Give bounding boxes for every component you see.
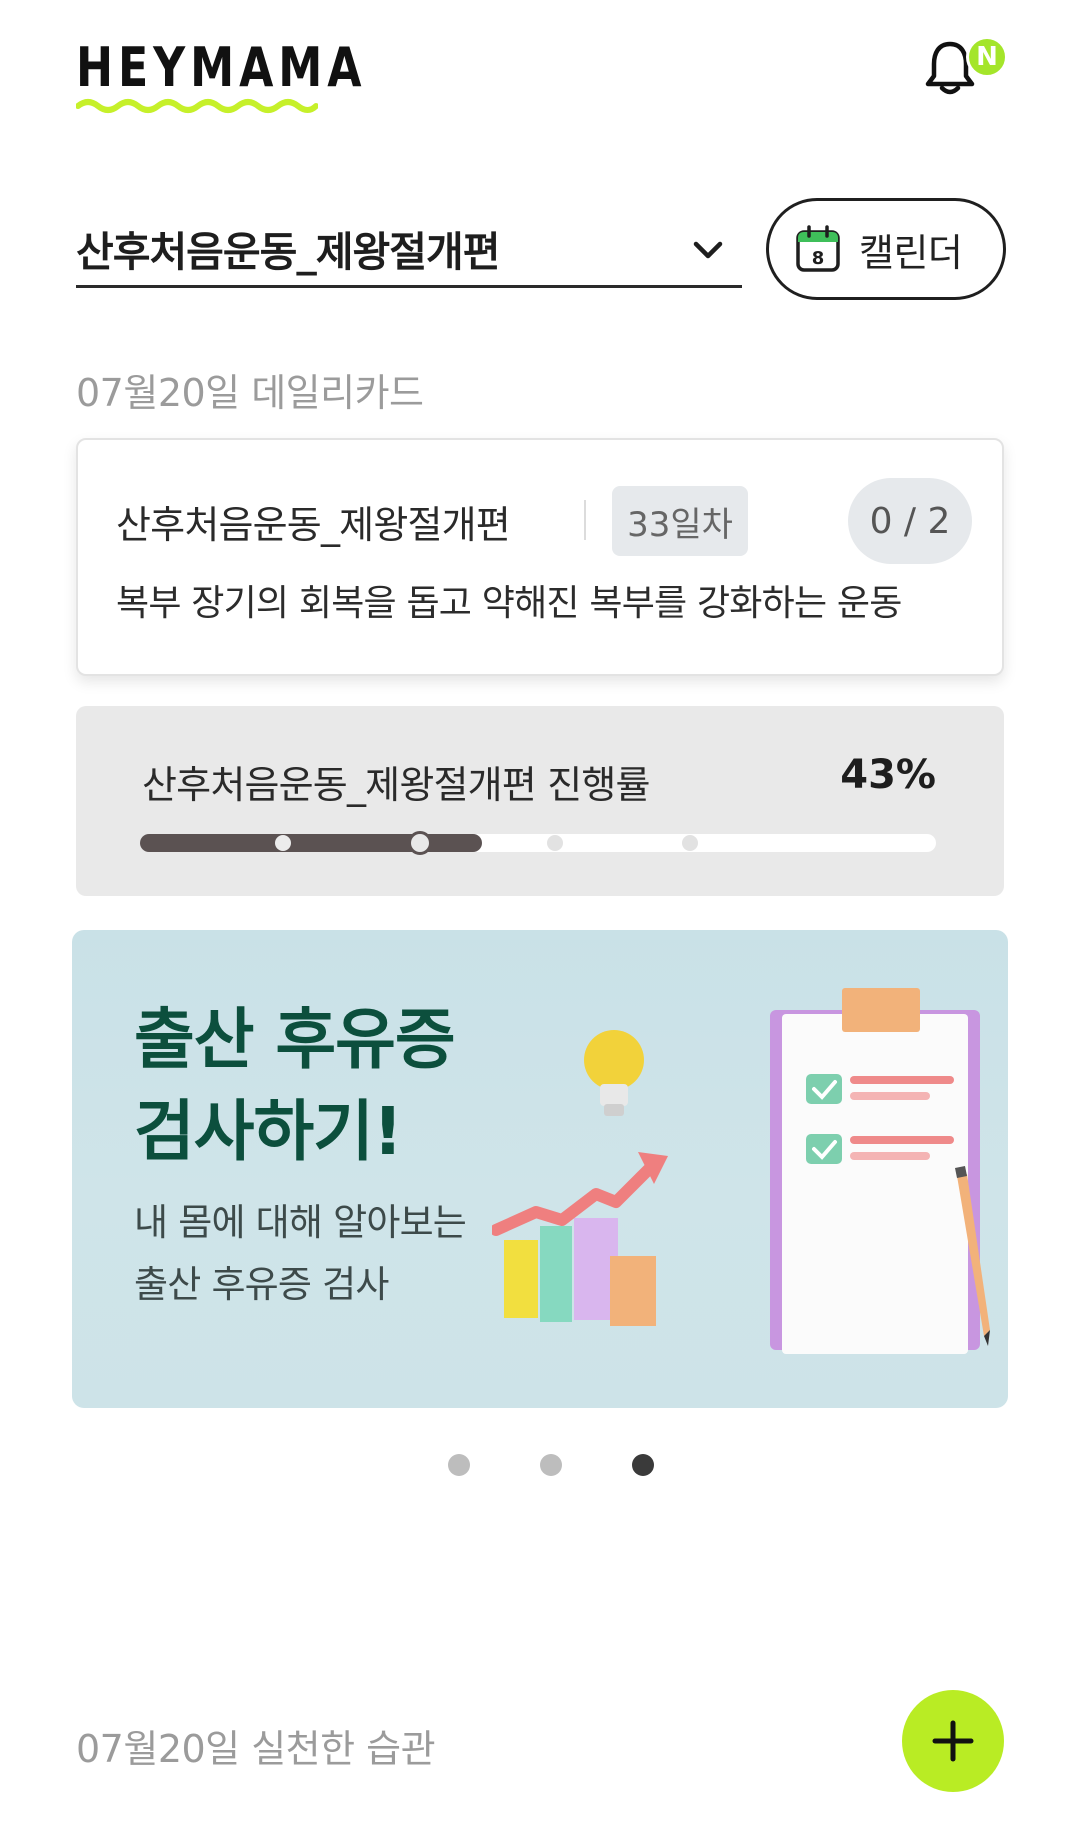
logo-wave [76, 99, 318, 113]
day-badge: 33일차 [612, 486, 748, 556]
carousel-dot[interactable] [448, 1454, 470, 1476]
calendar-button[interactable]: 8 캘린더 [766, 198, 1006, 300]
bar-chart-icon [504, 1218, 656, 1326]
progress-marker [547, 835, 563, 851]
completion-count: 0 / 2 [848, 478, 972, 564]
program-dropdown[interactable]: 산후처음운동_제왕절개편 [76, 208, 742, 288]
daily-card[interactable]: 산후처음운동_제왕절개편 33일차 0 / 2 복부 장기의 회복을 돕고 약해… [76, 438, 1004, 676]
add-habit-button[interactable] [902, 1690, 1004, 1792]
progress-percent: 43% [840, 752, 936, 798]
banner-title: 출산 후유증 검사하기! [134, 994, 456, 1178]
banner-subtitle: 내 몸에 대해 알아보는 출산 후유증 검사 [134, 1192, 467, 1316]
app-logo: HEYMAMA [76, 36, 367, 116]
carousel-dot[interactable] [540, 1454, 562, 1476]
logo-text: HEYMAMA [76, 36, 367, 99]
calendar-label: 캘린더 [859, 230, 963, 275]
progress-panel: 산후처음운동_제왕절개편 진행률 43% [76, 706, 1004, 896]
chevron-down-icon [693, 241, 723, 259]
notification-button[interactable]: N [918, 34, 1008, 104]
plus-icon [932, 1720, 974, 1762]
divider [584, 500, 586, 540]
banner-title-line2: 검사하기! [134, 1093, 403, 1170]
checklist-chart-illustration [492, 988, 990, 1354]
carousel-indicator [0, 1454, 1080, 1478]
calendar-day-number: 8 [812, 248, 825, 269]
progress-label: 산후처음운동_제왕절개편 진행률 [142, 763, 651, 807]
daily-card-program-name: 산후처음운동_제왕절개편 [116, 503, 511, 547]
notification-badge: N [966, 36, 1008, 78]
progress-marker [275, 835, 291, 851]
lightbulb-icon [584, 1030, 644, 1116]
banner-title-line1: 출산 후유증 [134, 1001, 456, 1078]
habits-section-title: 07월20일 실천한 습관 [76, 1727, 436, 1771]
progress-marker-current [408, 831, 432, 855]
carousel-dot[interactable] [632, 1454, 654, 1476]
progress-marker [682, 835, 698, 851]
banner-subtitle-line1: 내 몸에 대해 알아보는 [134, 1201, 467, 1244]
postpartum-test-banner[interactable]: 출산 후유증 검사하기! 내 몸에 대해 알아보는 출산 후유증 검사 [72, 930, 1008, 1408]
daily-card-section-title: 07월20일 데일리카드 [76, 371, 424, 415]
progress-track [140, 831, 936, 855]
daily-card-description: 복부 장기의 회복을 돕고 약해진 복부를 강화하는 운동 [116, 583, 902, 624]
clipboard-icon [770, 988, 980, 1354]
calendar-icon: 8 [796, 225, 840, 272]
banner-subtitle-line2: 출산 후유증 검사 [134, 1263, 389, 1306]
program-name: 산후처음운동_제왕절개편 [76, 228, 500, 276]
